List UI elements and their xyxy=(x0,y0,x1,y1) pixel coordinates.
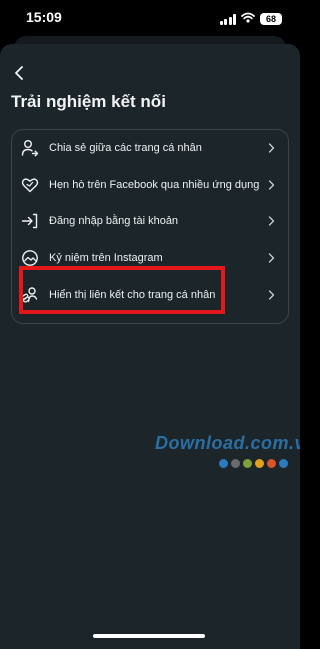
menu-item-facebook-dating[interactable]: Hẹn hò trên Facebook qua nhiều ứng dụng xyxy=(12,167,288,204)
wifi-icon xyxy=(241,10,255,28)
chevron-right-icon xyxy=(266,216,276,227)
highlight-annotation xyxy=(19,266,225,314)
settings-sheet: Trải nghiệm kết nối Chia sẻ giữa các tra… xyxy=(0,44,300,649)
cellular-signal-icon xyxy=(219,13,236,25)
menu-item-account-login[interactable]: Đăng nhập bằng tài khoản xyxy=(12,203,288,240)
chevron-right-icon xyxy=(266,253,276,263)
menu-item-label: Hẹn hò trên Facebook qua nhiều ứng dụng xyxy=(49,178,260,191)
watermark-dot xyxy=(231,459,240,468)
chevron-left-icon xyxy=(15,66,23,80)
menu-item-label: Kỷ niệm trên Instagram xyxy=(49,252,163,265)
menu-item-label: Đăng nhập bằng tài khoản xyxy=(49,215,179,228)
screen: 15:09 68 Trải nghiệm kết nối Chia sẻ giữ… xyxy=(0,0,300,649)
watermark-dot xyxy=(267,459,276,468)
chevron-right-icon xyxy=(266,180,276,190)
watermark-dot xyxy=(255,459,264,468)
watermark-dots xyxy=(219,459,300,468)
memories-icon xyxy=(21,249,39,267)
battery-indicator: 68 xyxy=(260,13,282,25)
chevron-right-icon xyxy=(266,290,276,300)
page-title: Trải nghiệm kết nối xyxy=(11,92,166,111)
person-share-icon xyxy=(21,139,39,157)
home-indicator[interactable] xyxy=(93,634,205,638)
watermark-dot xyxy=(243,459,252,468)
back-button[interactable] xyxy=(9,63,29,83)
watermark-dot xyxy=(279,459,288,468)
heart-icon xyxy=(21,176,39,194)
chevron-right-icon xyxy=(266,143,276,153)
watermark-dot xyxy=(219,459,228,468)
status-icons: 68 xyxy=(219,10,282,28)
menu-item-share-profiles[interactable]: Chia sẻ giữa các trang cá nhân xyxy=(12,130,288,167)
status-time: 15:09 xyxy=(26,9,62,25)
menu-item-label: Chia sẻ giữa các trang cá nhân xyxy=(49,142,202,155)
download-watermark: Download.com.vn xyxy=(155,433,300,468)
watermark-text: Download.com.vn xyxy=(155,433,300,453)
status-bar: 15:09 68 xyxy=(0,0,300,34)
login-arrow-icon xyxy=(21,212,39,230)
